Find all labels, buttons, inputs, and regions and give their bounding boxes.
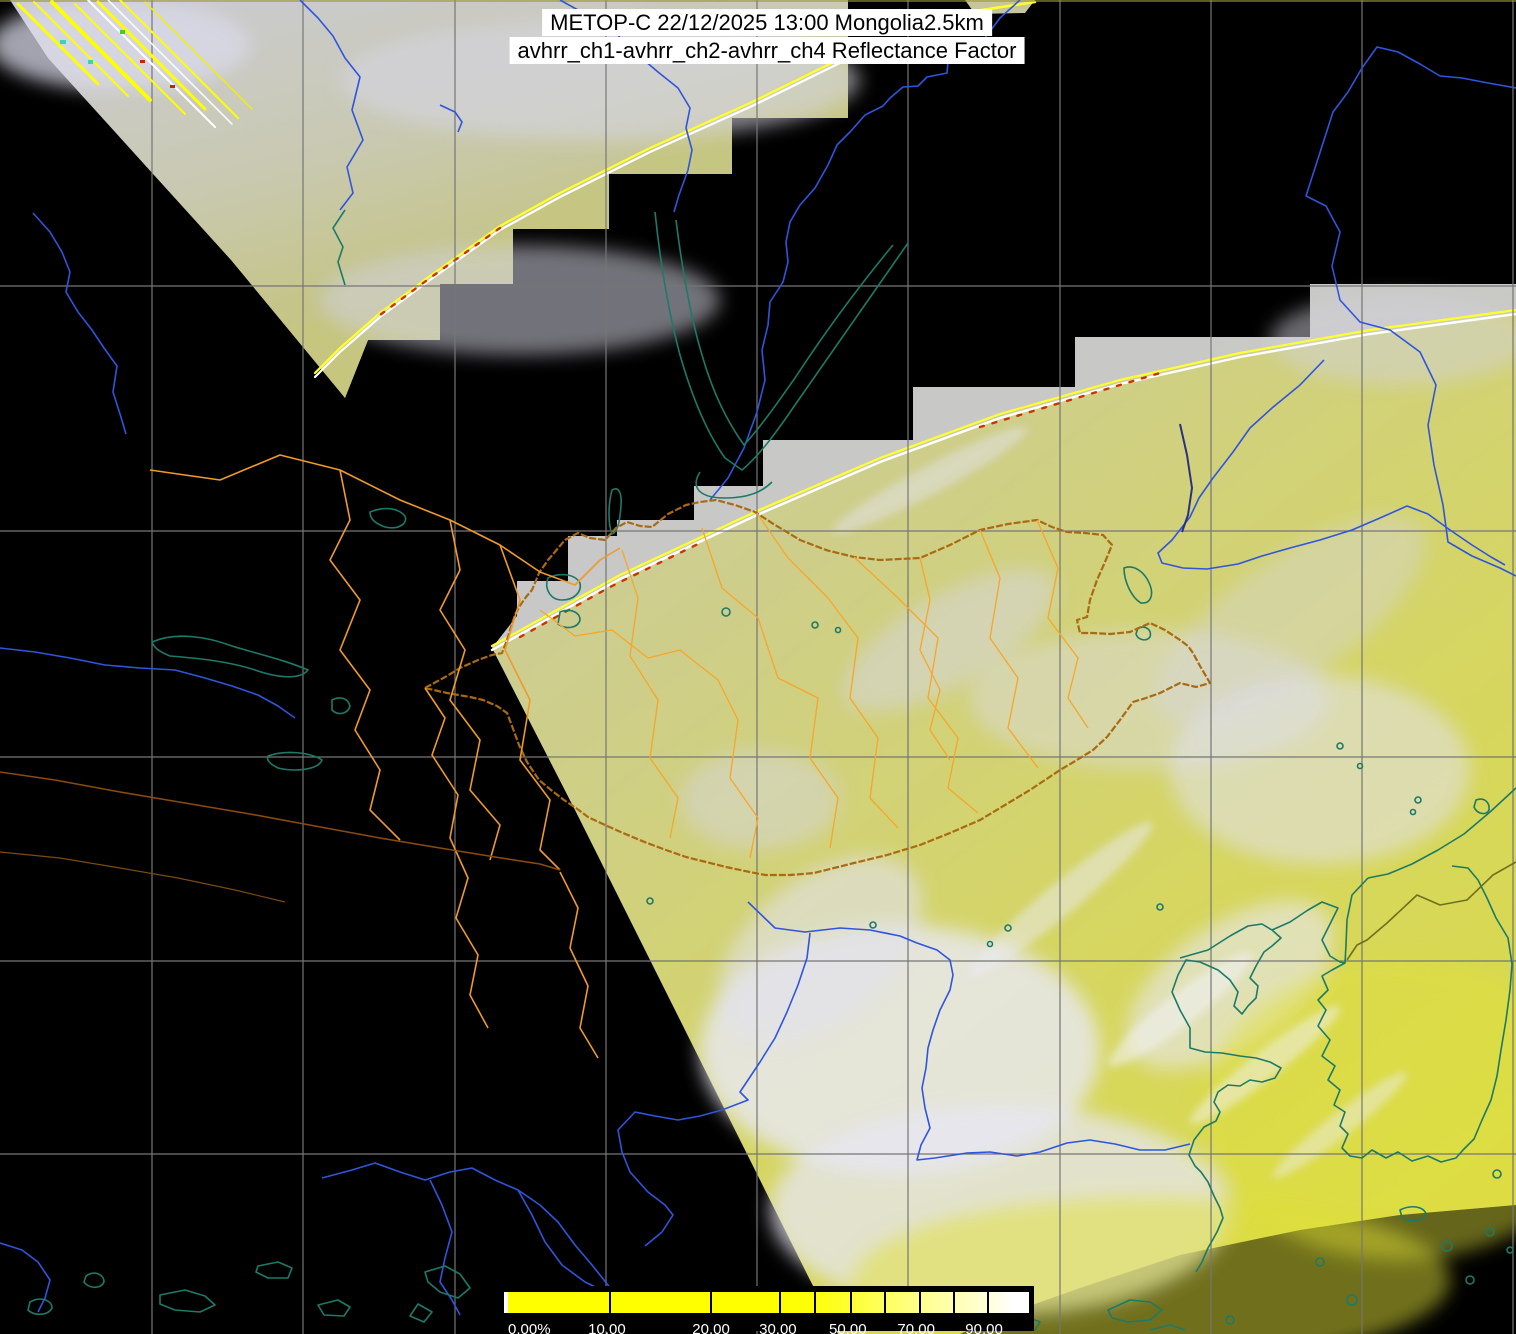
image-title-line1: METOP-C 22/12/2025 13:00 Mongolia2.5km: [542, 9, 992, 37]
colorbar-tick-50: [849, 1292, 852, 1313]
colorbar-label: 10.00: [588, 1321, 626, 1334]
colorbar-tick-90: [987, 1292, 990, 1313]
colorbar-label: 0.00%: [508, 1321, 551, 1334]
colorbar-tick-30: [778, 1292, 781, 1313]
colorbar-label: 50.00: [829, 1321, 867, 1334]
colorbar-tick-40: [814, 1292, 817, 1313]
colorbar-tick-20: [710, 1292, 713, 1313]
colorbar-label: 20.00: [692, 1321, 730, 1334]
image-title-line2: avhrr_ch1-avhrr_ch2-avhrr_ch4 Reflectanc…: [509, 37, 1025, 65]
colorbar-tick-60: [884, 1292, 887, 1313]
colorbar-tick-70: [918, 1292, 921, 1313]
colorbar-tick-10: [609, 1292, 611, 1313]
satellite-image-viewport: METOP-C 22/12/2025 13:00 Mongolia2.5km a…: [0, 0, 1516, 1334]
colorbar-background: 0.00% 10.00 20.00 30.00 50.00 70.00 90.00: [497, 1286, 1034, 1334]
colorbar-label: 70.00: [897, 1321, 935, 1334]
reflectance-colorbar: 0.00% 10.00 20.00 30.00 50.00 70.00 90.00: [504, 1292, 1029, 1334]
satellite-map-canvas: [0, 0, 1516, 1334]
colorbar-label: 90.00: [965, 1321, 1003, 1334]
colorbar-label: 30.00: [759, 1321, 797, 1334]
colorbar-tick-80: [952, 1292, 955, 1313]
